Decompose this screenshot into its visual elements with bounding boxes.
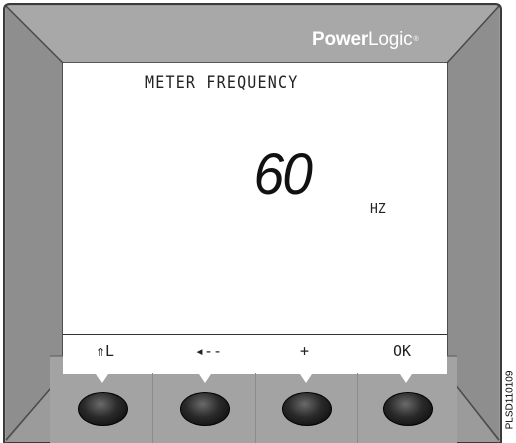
lcd-screen: METER FREQUENCY 60 HZ ⇑L ◂-- + OK [63,63,447,374]
frequency-value: 60 [253,142,313,207]
softkey-label-up-level: ⇑L [96,342,115,360]
button-plus[interactable] [282,392,332,426]
softkey-pointer-3 [300,374,312,383]
brand-reg-mark: ® [413,36,419,43]
button-separator [357,373,358,443]
brand-logo: PowerLogic® [312,29,419,51]
softkey-label-plus: + [300,342,310,360]
frequency-unit: HZ [370,202,386,217]
button-up-level[interactable] [78,392,128,426]
softkey-divider [63,334,447,335]
screen-title: METER FREQUENCY [145,72,299,93]
brand-name-bold: Power [312,29,369,50]
figure-code-text: PLSD110109 [504,370,516,430]
button-left[interactable] [180,392,230,426]
softkey-label-ok: OK [393,342,412,360]
brand-name-light: Logic [368,29,413,50]
softkey-pointer-4 [400,374,412,383]
button-separator [152,373,153,443]
figure-code: PLSD110109 [504,360,516,440]
softkey-pointer-2 [199,374,211,383]
softkey-label-left: ◂-- [195,342,223,360]
button-separator [255,373,256,443]
button-ok[interactable] [383,392,433,426]
softkey-pointer-1 [96,374,108,383]
